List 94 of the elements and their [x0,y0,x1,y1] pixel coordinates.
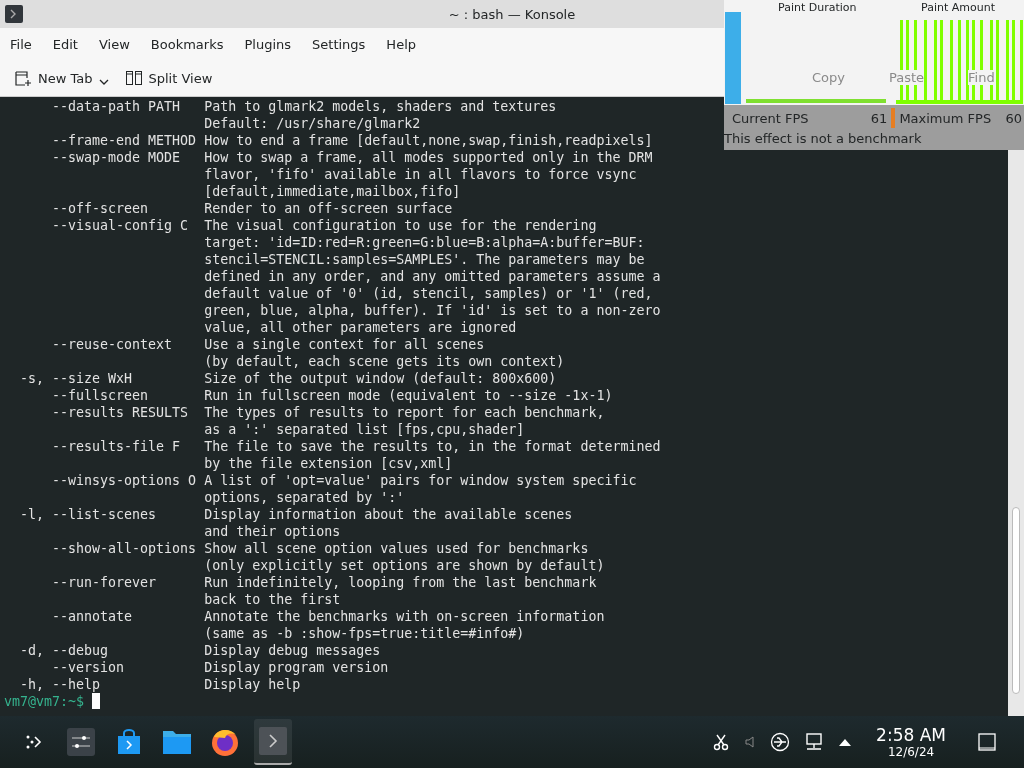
chart-title: Paint Amount [921,1,995,14]
option-text: --off-screen [51,200,150,217]
option-text: --winsys-options O [51,472,198,489]
description-text: defined in any order, and any omitted parameters assume a [204,268,661,285]
menu-item[interactable]: View [98,36,144,52]
description-text: Use a single context for all scenes [204,336,485,353]
description-text: Run in fullscreen mode (equivalent to --size -1x-1) [204,387,613,404]
description-text: A list of 'opt=value' pairs for window system specific [204,472,637,489]
description-text: The types of results to report for each benchmark, [204,404,605,421]
window-title: ~ : bash — Konsole [448,6,576,22]
option-text: --visual-config C [51,217,190,234]
toolbar-button[interactable]: New Tab [10,66,113,90]
description-text: options, separated by ':' [204,489,405,506]
description-text: Run indefinitely, looping from the last benchmark [204,574,597,591]
option-text: --version [51,659,126,676]
description-text: stencil=STENCIL:samples=SAMPLES'. The parameters may be [204,251,645,268]
description-text: Default: /usr/share/glmark2 [204,115,421,132]
new-tab-icon [14,69,32,87]
expand-tray-icon[interactable] [838,737,853,747]
faded-toolbar-label: Paste [889,70,925,85]
menu-item[interactable]: Bookmarks [150,36,238,52]
menu-item[interactable]: Edit [52,36,92,52]
faded-toolbar-label: Copy [812,70,845,85]
fps-label: Current FPS [732,110,809,126]
scissors-icon[interactable] [712,733,731,751]
overlay-note: This effect is not a benchmark [724,131,923,147]
split-view-icon [124,69,143,87]
option-text: -d, --debug [19,642,110,659]
option-text: --frame-end METHOD [51,132,198,149]
option-text: -l, --list-scenes [19,506,158,523]
description-text: How to end a frame [default,none,swap,finish,readpixels] [204,132,653,149]
description-text: Display information about the available scenes [204,506,573,523]
description-text: Display program version [204,659,389,676]
option-text: --swap-mode MODE [51,149,182,166]
description-text: Show all scene option values used for benchmarks [204,540,589,557]
description-text: Display debug messages [204,642,381,659]
clock-date[interactable]: 12/6/24 [887,744,935,759]
option-text: --data-path PATH [51,98,182,115]
description-text: The file to save the results to, in the format determined [204,438,661,455]
menu-item[interactable]: File [10,36,46,52]
description-text: and their options [204,523,341,540]
description-text: (only explicitly set options are shown by default) [204,557,605,574]
menu-item[interactable]: Plugins [244,36,306,52]
description-text: Size of the output window (default: 800x600) [204,370,557,387]
description-text: [default,immediate,mailbox,fifo] [204,183,461,200]
description-text: The visual configuration to use for the rendering [204,217,597,234]
description-text: default value of '0' (id, stencil, samples) or '1' (red, [204,285,653,302]
description-text: by the file extension [csv,xml] [204,455,453,472]
option-text: --results-file F [51,438,182,455]
clock-time[interactable]: 2:58 AM [876,725,946,745]
description-text: Annotate the benchmarks with on-screen information [204,608,605,625]
description-text: flavor, 'fifo' available in all flavors to force vsync [204,166,637,183]
option-text: -h, --help [19,676,102,693]
speaker-icon[interactable] [744,735,757,749]
folder-icon [162,729,192,755]
menu-item[interactable]: Help [386,36,430,52]
fps-value: 61 [869,110,888,126]
taskbar-button[interactable] [254,719,292,765]
description-text: Render to an off-screen surface [204,200,453,217]
fps-label: Maximum FPS [899,110,992,126]
shopping-bag-icon [115,728,143,756]
toolbar-button[interactable]: Split View [120,66,217,90]
option-text: --run-forever [51,574,158,591]
description-text: back to the first [204,591,341,608]
description-text: target: 'id=ID:red=R:green=G:blue=B:alpha=A:buffer=BUF: [204,234,645,251]
usb-icon[interactable] [770,732,791,752]
shell-prompt: vm7@vm7:~$ [4,693,85,710]
description-text: (same as -b :show-fps=true:title=#info#) [204,625,525,642]
description-text: Display help [204,676,301,693]
option-text: -s, --size WxH [19,370,134,387]
description-text: How to swap a frame, all modes supported only in the DRM [204,149,653,166]
chart-title: Paint Duration [778,1,857,14]
description-text: value, all other parameters are ignored [204,319,517,336]
description-text: Path to glmark2 models, shaders and textures [204,98,557,115]
caret-icon [98,78,109,86]
description-text: green, blue, alpha, buffer). If 'id' is set to a non-zero [204,302,661,319]
scrollbar-thumb[interactable] [1012,507,1020,694]
browser-icon [210,727,240,757]
show-desktop-icon[interactable] [978,733,996,751]
description-text: as a ':' separated list [fps,cpu,shader] [204,421,525,438]
option-text: --fullscreen [51,387,150,404]
option-text: --results RESULTS [51,404,190,421]
text-cursor [92,693,101,709]
terminal-icon [5,5,23,23]
network-icon[interactable] [804,732,825,752]
description-text: (by default, each scene gets its own context) [204,353,565,370]
faded-toolbar-label: Find [968,70,995,85]
option-text: --annotate [51,608,134,625]
fps-value: 60 [1005,110,1023,126]
option-text: --show-all-options [51,540,198,557]
terminal-icon [259,727,287,755]
menu-item[interactable]: Settings [312,36,380,52]
option-text: --reuse-context [51,336,174,353]
sliders-icon [67,728,95,756]
